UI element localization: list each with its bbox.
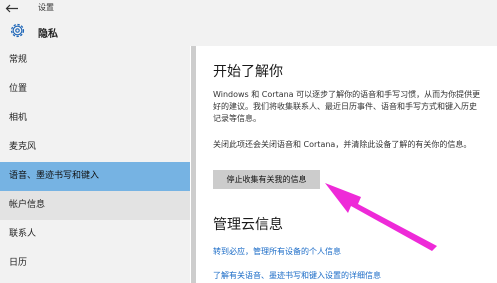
description-paragraph: Windows 和 Cortana 可以逐步了解你的语音和手写习惯，从而为你提供… <box>213 90 481 123</box>
speech-settings-learn-more-link[interactable]: 了解有关语音、墨迹书写和键入设置的详细信息 <box>213 270 381 281</box>
sidebar-item-location[interactable]: 位置 <box>0 75 190 104</box>
section-heading-cloud-info: 管理云信息 <box>213 217 283 233</box>
sidebar-item-contacts[interactable]: 联系人 <box>0 220 190 249</box>
page-header: 隐私 <box>0 16 497 46</box>
warning-paragraph: 关闭此项还会关闭语音和 Cortana，并清除此设备了解的有关你的信息。 <box>213 140 472 149</box>
sidebar-item-speech-inking-typing[interactable]: 语音、墨迹书写和键入 <box>0 162 190 191</box>
stop-collecting-button[interactable]: 停止收集有关我的信息 <box>213 170 320 189</box>
sidebar: 常规 位置 相机 麦克风 语音、墨迹书写和键入 帐户信息 联系人 日历 <box>0 46 190 283</box>
sidebar-item-camera[interactable]: 相机 <box>0 104 190 133</box>
sidebar-item-microphone[interactable]: 麦克风 <box>0 133 190 162</box>
main-content: 开始了解你 Windows 和 Cortana 可以逐步了解你的语音和手写习惯，… <box>196 46 497 283</box>
gear-icon <box>10 23 25 38</box>
page-title: 隐私 <box>38 29 58 40</box>
bing-manage-link[interactable]: 转到必应，管理所有设备的个人信息 <box>213 246 341 257</box>
title-bar: 设置 <box>0 0 497 16</box>
sidebar-item-account-info[interactable]: 帐户信息 <box>0 191 190 220</box>
section-heading-get-to-know-you: 开始了解你 <box>213 64 283 80</box>
window-title: 设置 <box>38 3 54 12</box>
back-arrow-icon[interactable] <box>5 4 19 13</box>
sidebar-item-general[interactable]: 常规 <box>0 46 190 75</box>
sidebar-item-calendar[interactable]: 日历 <box>0 249 190 278</box>
